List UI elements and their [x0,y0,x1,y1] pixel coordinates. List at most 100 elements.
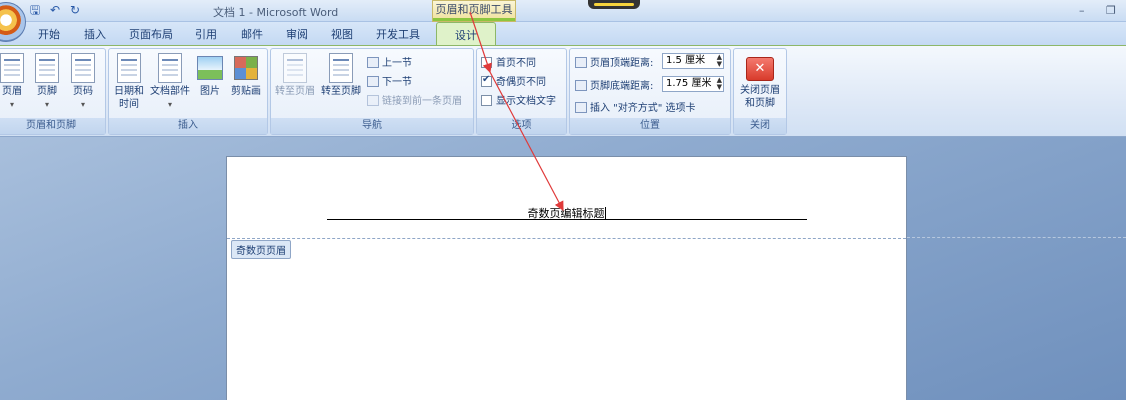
page-number-button-label: 页码 [73,86,93,97]
group-label-header-footer: 页眉和页脚 [0,118,105,134]
context-accent-line [433,18,515,21]
footer-bottom-distance-input[interactable]: 1.75 厘米 ▲ ▼ [662,76,724,92]
ribbon-tabs: 开始 插入 页面布局 引用 邮件 审阅 视图 开发工具 设计 [0,22,1126,46]
doc-parts-label: 文档部件 [150,86,190,97]
page-number-icon [71,53,95,83]
context-tab-title: 页眉和页脚工具 [432,0,516,22]
calendar-icon [117,53,141,83]
group-options: 首页不同 奇偶页不同 显示文档文字 选项 [476,48,567,135]
window-title: 文档 1 - Microsoft Word [213,6,339,19]
group-insert: 日期和 时间 文档部件 ▾ 图片 剪贴画 插入 [108,48,268,135]
header-icon [0,53,24,83]
footer-button[interactable]: 页脚 ▾ [33,53,61,111]
header-top-distance-input[interactable]: 1.5 厘米 ▲ ▼ [662,53,724,69]
goto-header-button[interactable]: 转至页眉 [275,53,315,98]
prev-section-button[interactable]: 上一节 [367,54,412,69]
picture-button[interactable]: 图片 [197,53,223,98]
undo-icon[interactable]: ↶ [48,3,62,17]
header-boundary [227,238,906,239]
clipart-icon [234,56,258,80]
header-tag: 奇数页页眉 [231,240,291,259]
tab-home[interactable]: 开始 [38,26,60,42]
header-position-icon [575,57,587,68]
date-time-label-2: 时间 [119,99,139,110]
goto-footer-icon [329,53,353,83]
show-doc-text-label: 显示文档文字 [496,96,556,107]
minimize-button[interactable]: – [1079,4,1085,17]
context-tab-title-label: 页眉和页脚工具 [435,3,513,16]
checkbox-icon [481,57,492,68]
footer-bottom-distance-value: 1.75 厘米 [666,78,712,89]
link-previous-button[interactable]: 链接到前一条页眉 [367,92,462,107]
header-boundary-outside [907,237,1126,238]
group-navigation: 转至页眉 转至页脚 上一节 下一节 链接到前一条页眉 导航 [270,48,474,135]
redo-icon[interactable]: ↻ [68,3,82,17]
next-section-label: 下一节 [382,77,412,88]
page-number-button[interactable]: 页码 ▾ [69,53,97,111]
header-underline [327,219,807,220]
header-top-distance-value: 1.5 厘米 [666,55,706,66]
show-doc-text-checkbox[interactable]: 显示文档文字 [481,92,556,107]
date-time-label-1: 日期和 [114,86,144,97]
next-section-button[interactable]: 下一节 [367,73,412,88]
group-label-insert: 插入 [109,118,267,134]
insert-align-tab-label: 插入 "对齐方式" 选项卡 [590,103,696,114]
goto-header-icon [283,53,307,83]
prev-section-icon [367,57,379,68]
next-section-icon [367,76,379,87]
different-odd-even-checkbox[interactable]: 奇偶页不同 [481,73,546,88]
group-header-footer: 页眉 ▾ 页脚 ▾ 页码 ▾ 页眉和页脚 [0,48,106,135]
date-time-button[interactable]: 日期和 时间 [111,53,147,111]
picture-label: 图片 [200,86,220,97]
close-header-footer-button[interactable]: ✕ 关闭页眉 和页脚 [736,57,784,110]
group-label-close: 关闭 [734,118,786,134]
clipart-label: 剪贴画 [231,86,261,97]
text-cursor [604,207,606,219]
different-odd-even-label: 奇偶页不同 [496,77,546,88]
align-tab-icon [575,102,587,113]
header-top-distance-text: 页眉顶端距离: [590,58,654,69]
footer-bottom-distance-text: 页脚底端距离: [590,81,654,92]
different-first-page-label: 首页不同 [496,58,536,69]
goto-header-label: 转至页眉 [275,86,315,97]
different-first-page-checkbox[interactable]: 首页不同 [481,54,536,69]
tab-design[interactable]: 设计 [436,22,496,46]
picture-icon [197,56,223,80]
ribbon: 页眉 ▾ 页脚 ▾ 页码 ▾ 页眉和页脚 日期和 时间 文档部件 ▾ 图片 剪贴画 [0,45,1126,137]
footer-icon [35,53,59,83]
tab-page-layout[interactable]: 页面布局 [129,26,173,42]
status-pill [588,0,640,9]
tab-view[interactable]: 视图 [331,26,353,42]
document-page[interactable]: 奇数页编辑标题 奇数页页眉 [226,156,907,400]
spinner-arrows-icon[interactable]: ▲ ▼ [717,77,722,91]
goto-footer-button[interactable]: 转至页脚 [321,53,361,98]
group-label-options: 选项 [477,118,566,134]
quick-access-toolbar: 🖫 ↶ ↻ [28,3,82,17]
tab-developer[interactable]: 开发工具 [376,26,420,42]
footer-bottom-distance-label: 页脚底端距离: [575,77,653,92]
header-button-label: 页眉 [2,86,22,97]
tab-references[interactable]: 引用 [195,26,217,42]
clipart-button[interactable]: 剪贴画 [229,53,263,98]
header-top-distance-label: 页眉顶端距离: [575,54,653,69]
group-label-navigation: 导航 [271,118,473,134]
insert-align-tab-button[interactable]: 插入 "对齐方式" 选项卡 [575,99,696,114]
spinner-arrows-icon[interactable]: ▲ ▼ [717,54,722,68]
tab-mailings[interactable]: 邮件 [241,26,263,42]
header-button[interactable]: 页眉 ▾ [0,53,25,111]
save-icon[interactable]: 🖫 [28,3,42,17]
checkbox-checked-icon [481,74,492,87]
group-close: ✕ 关闭页眉 和页脚 关闭 [733,48,787,135]
close-icon: ✕ [746,57,774,81]
document-workspace: 奇数页编辑标题 奇数页页眉 [0,137,1126,400]
tab-insert[interactable]: 插入 [84,26,106,42]
group-label-position: 位置 [570,118,730,134]
checkbox-icon [481,95,492,106]
goto-footer-label: 转至页脚 [321,86,361,97]
footer-position-icon [575,80,587,91]
footer-button-label: 页脚 [37,86,57,97]
doc-parts-button[interactable]: 文档部件 ▾ [149,53,191,111]
doc-parts-icon [158,53,182,83]
tab-review[interactable]: 审阅 [286,26,308,42]
restore-button[interactable]: ❐ [1106,4,1116,17]
